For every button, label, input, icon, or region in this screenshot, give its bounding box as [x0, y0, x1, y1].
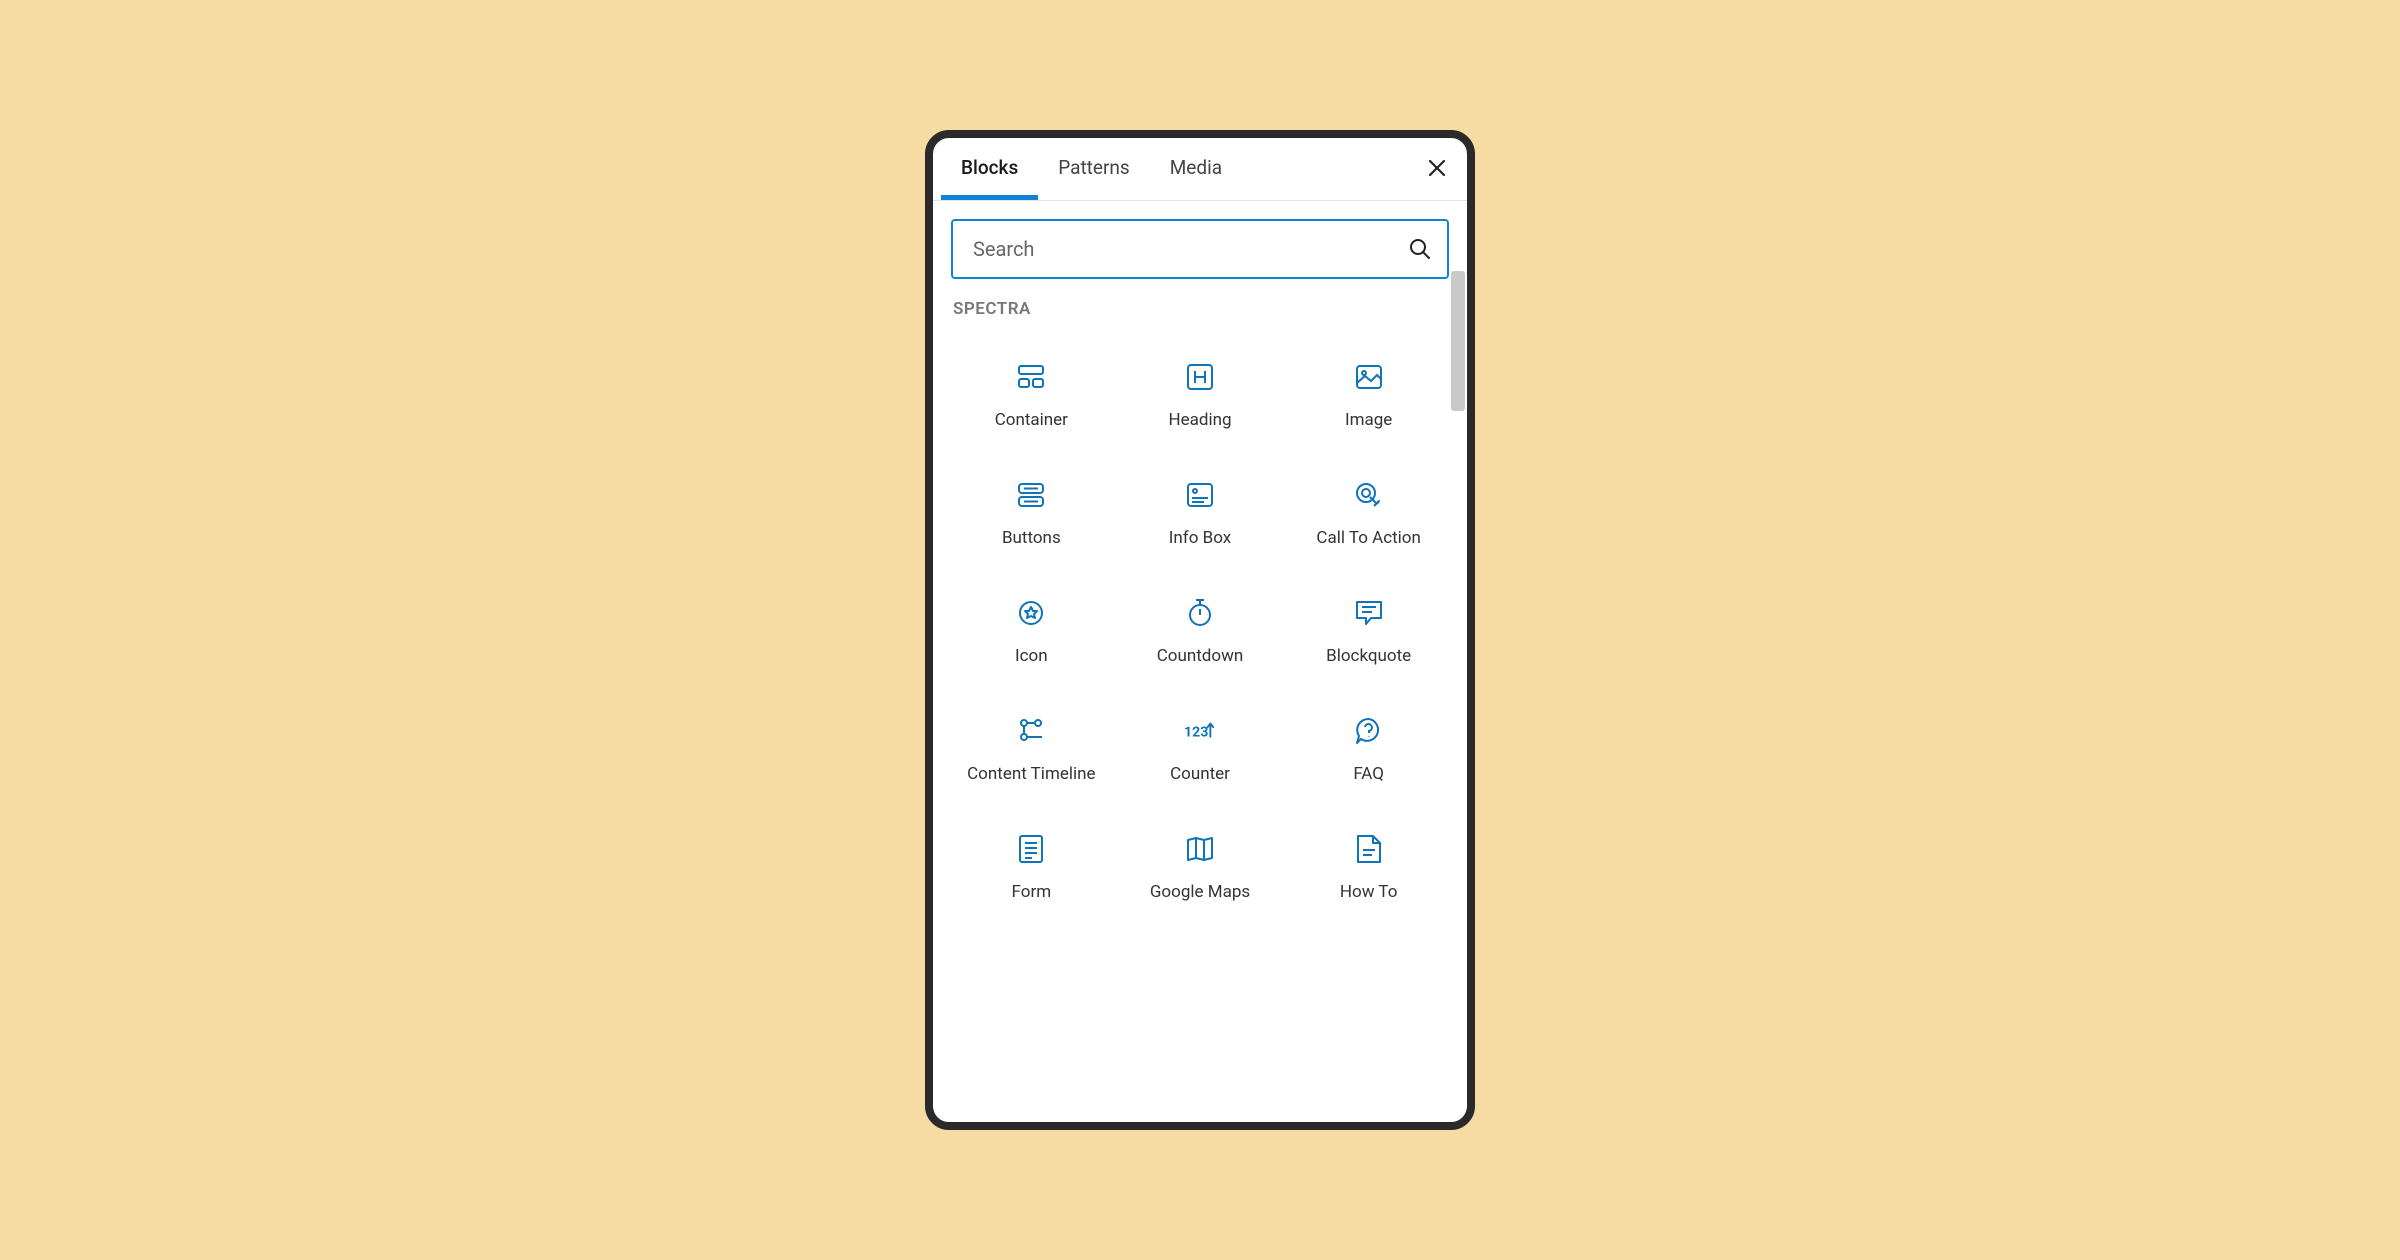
block-maps[interactable]: Google Maps	[1120, 815, 1281, 921]
block-howto[interactable]: How To	[1288, 815, 1449, 921]
block-label: Container	[995, 409, 1068, 431]
block-heading[interactable]: Heading	[1120, 343, 1281, 449]
block-faq[interactable]: FAQ	[1288, 697, 1449, 803]
block-label: Call To Action	[1316, 527, 1420, 549]
tab-blocks[interactable]: Blocks	[941, 138, 1038, 200]
tab-patterns[interactable]: Patterns	[1038, 138, 1149, 200]
blocks-grid: Container Heading Image Buttons Info Box	[951, 343, 1449, 921]
block-image[interactable]: Image	[1288, 343, 1449, 449]
svg-text:123: 123	[1184, 725, 1208, 741]
block-infobox[interactable]: Info Box	[1120, 461, 1281, 567]
scrollbar-thumb[interactable]	[1451, 271, 1465, 411]
block-label: Image	[1345, 409, 1392, 431]
block-form[interactable]: Form	[951, 815, 1112, 921]
block-icon[interactable]: Icon	[951, 579, 1112, 685]
block-label: Info Box	[1169, 527, 1231, 549]
timeline-icon	[1015, 715, 1047, 747]
block-label: Content Timeline	[967, 763, 1095, 785]
inserter-panel: Blocks Patterns Media SPECTRA Container …	[925, 130, 1475, 1130]
block-label: Heading	[1168, 409, 1231, 431]
panel-content: SPECTRA Container Heading Image Buttons …	[933, 201, 1467, 1121]
block-label: Form	[1012, 881, 1052, 903]
icon-icon	[1015, 597, 1047, 629]
image-icon	[1353, 361, 1385, 393]
tabs-header: Blocks Patterns Media	[933, 138, 1467, 201]
blockquote-icon	[1353, 597, 1385, 629]
search-container	[951, 219, 1449, 279]
howto-icon	[1353, 833, 1385, 865]
block-counter[interactable]: 123 Counter	[1120, 697, 1281, 803]
block-container[interactable]: Container	[951, 343, 1112, 449]
counter-icon: 123	[1184, 715, 1216, 747]
block-label: Icon	[1015, 645, 1048, 667]
container-icon	[1015, 361, 1047, 393]
form-icon	[1015, 833, 1047, 865]
buttons-icon	[1015, 479, 1047, 511]
block-label: Google Maps	[1150, 881, 1250, 903]
block-label: FAQ	[1353, 763, 1384, 785]
search-input[interactable]	[951, 219, 1449, 279]
infobox-icon	[1184, 479, 1216, 511]
block-countdown[interactable]: Countdown	[1120, 579, 1281, 685]
search-icon	[1409, 238, 1431, 260]
block-label: Counter	[1170, 763, 1230, 785]
block-label: Countdown	[1157, 645, 1244, 667]
block-cta[interactable]: Call To Action	[1288, 461, 1449, 567]
close-button[interactable]	[1425, 156, 1449, 180]
cta-icon	[1353, 479, 1385, 511]
block-timeline[interactable]: Content Timeline	[951, 697, 1112, 803]
block-label: How To	[1340, 881, 1398, 903]
heading-icon	[1184, 361, 1216, 393]
faq-icon	[1353, 715, 1385, 747]
maps-icon	[1184, 833, 1216, 865]
block-blockquote[interactable]: Blockquote	[1288, 579, 1449, 685]
block-buttons[interactable]: Buttons	[951, 461, 1112, 567]
close-icon	[1427, 158, 1447, 178]
category-heading: SPECTRA	[953, 299, 1449, 319]
block-label: Blockquote	[1326, 645, 1411, 667]
block-label: Buttons	[1002, 527, 1061, 549]
countdown-icon	[1184, 597, 1216, 629]
tab-media[interactable]: Media	[1150, 138, 1242, 200]
